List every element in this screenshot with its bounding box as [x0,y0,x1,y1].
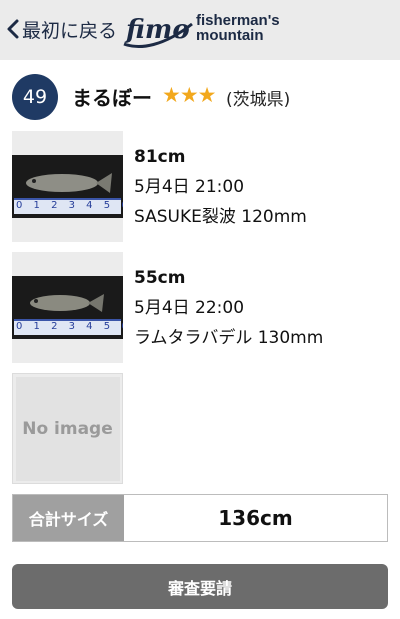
catch-size: 81cm [134,147,186,167]
catch-lure: ラムタラバデル 130mm [134,328,324,348]
measuring-ruler: 0 1 2 3 4 5 6 [14,319,123,335]
chevron-left-icon [7,19,19,39]
logo-line-1: fisherman's [196,12,280,29]
catch-info: 81cm 5月4日 21:00 SASUKE裂波 120mm [134,147,307,227]
catch-date: 5月4日 21:00 [134,177,245,197]
ruler-numbers: 0 1 2 3 4 5 6 7 [16,200,123,211]
fimo-logo: fimo fisherman's mountain [122,10,282,52]
catch-photo[interactable]: 0 1 2 3 4 5 6 [12,252,123,363]
fish-photo: 0 1 2 3 4 5 6 [12,276,123,339]
fish-photo: 0 1 2 3 4 5 6 7 [12,155,123,218]
total-size-value: 136cm [218,506,293,530]
no-image-placeholder[interactable]: No image [12,373,123,484]
catch-entry: 0 1 2 3 4 5 6 55cm 5月4日 22:00 ラムタラバデル 13… [12,252,388,364]
fish-icon [26,173,112,193]
total-size-row: 合計サイズ 136cm [12,494,388,542]
catch-size: 55cm [134,268,186,288]
star-rating: ★★★ [162,83,216,107]
back-button-label: 最初に戻る [22,19,118,42]
catch-lure: SASUKE裂波 120mm [134,207,307,227]
catch-entry: 0 1 2 3 4 5 6 7 81cm 5月4日 21:00 SASUKE裂波… [12,131,388,243]
user-name[interactable]: まるぼー [72,82,152,111]
back-button[interactable]: 最初に戻る [6,14,117,44]
rank-badge: 49 [12,74,58,120]
catch-photo[interactable]: 0 1 2 3 4 5 6 7 [12,131,123,242]
logo-subtitle: fisherman's mountain [196,13,280,43]
total-size-label: 合計サイズ [13,495,124,541]
prefecture-label: (茨城県) [226,90,291,110]
ruler-numbers: 0 1 2 3 4 5 6 [16,321,123,332]
catch-date: 5月4日 22:00 [134,298,245,318]
catch-info: 55cm 5月4日 22:00 ラムタラバデル 130mm [134,268,323,348]
measuring-ruler: 0 1 2 3 4 5 6 7 [14,198,123,214]
app-header: 最初に戻る fimo fisherman's mountain [0,0,400,60]
fish-icon [30,294,104,312]
fimo-logo-mark: fimo [123,15,193,48]
fimo-logo-wordmark: fimo [124,15,190,45]
no-image-label: No image [22,418,113,439]
logo-line-2: mountain [196,27,264,44]
review-request-button[interactable]: 審査要請 [12,564,388,609]
no-image-box: No image [15,376,120,481]
